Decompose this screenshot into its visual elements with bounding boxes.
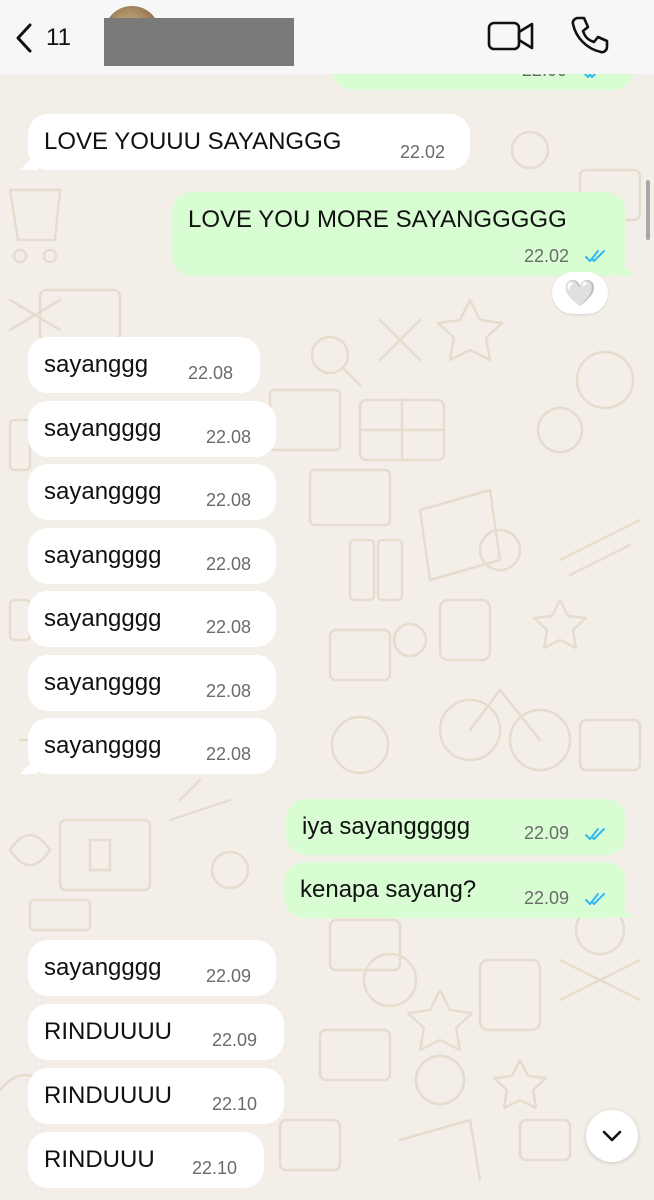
message-text: LOVE YOUUU SAYANGGG: [44, 128, 342, 155]
message-text: LOVE YOU MORE SAYANGGGGG: [188, 206, 567, 233]
message-time: 22.08: [206, 554, 252, 574]
message-time: 22.08: [206, 490, 252, 510]
message-bubble-incoming[interactable]: LOVE YOUUU SAYANGGG 22.02: [20, 114, 470, 170]
message-time: 22.08: [206, 681, 252, 701]
message-time: 22.08: [206, 744, 252, 764]
message-text: iya sayanggggg: [302, 813, 471, 840]
redacted-contact-name[interactable]: [104, 18, 294, 66]
unread-count: 11: [46, 24, 71, 51]
message-text: sayanggg: [44, 351, 149, 378]
scroll-to-bottom-button[interactable]: [586, 1110, 638, 1162]
heart-icon: 🤍: [563, 277, 597, 308]
message-text: sayangggg: [44, 542, 162, 569]
message-time: 22.08: [206, 617, 252, 637]
message-time: 22.02: [524, 246, 570, 266]
message-text: sayangggg: [44, 732, 162, 759]
message-time: 22.08: [188, 363, 234, 383]
bubble-tail: [20, 152, 38, 170]
message-bubble-incoming[interactable]: sayangggg 22.08: [28, 591, 276, 647]
bubble-tail: [616, 258, 634, 276]
message-bubble-incoming[interactable]: sayangggg 22.08: [28, 464, 276, 520]
double-check-icon: [585, 828, 605, 840]
message-bubble-incoming[interactable]: sayangggg 22.08: [28, 401, 276, 457]
message-time: 22.09: [206, 966, 252, 986]
reaction-badge[interactable]: 🤍: [552, 272, 608, 314]
message-bubble-outgoing[interactable]: iya sayanggggg 22.09: [286, 799, 626, 855]
double-check-icon: [585, 250, 605, 262]
chevron-left-icon: [16, 23, 32, 53]
message-text: sayangggg: [44, 954, 162, 981]
message-bubble-incoming[interactable]: sayanggg 22.08: [28, 337, 260, 393]
message-time: 22.09: [524, 823, 570, 843]
message-text: sayangggg: [44, 415, 162, 442]
message-bubble-incoming[interactable]: RINDUUUU 22.09: [28, 1004, 284, 1060]
phone-icon[interactable]: [568, 14, 610, 56]
message-time: 22.02: [400, 142, 446, 162]
message-bubble-outgoing[interactable]: LOVE YOU MORE SAYANGGGGG 22.02: [172, 192, 634, 276]
scrollbar[interactable]: [646, 180, 650, 240]
message-text: sayangggg: [44, 605, 162, 632]
message-bubble-incoming[interactable]: sayangggg 22.08: [28, 655, 276, 711]
message-bubble-incoming[interactable]: sayangggg 22.08: [20, 718, 276, 774]
message-bubble-incoming[interactable]: RINDUUU 22.10: [28, 1132, 264, 1188]
chat-header: 11: [0, 0, 654, 74]
message-time: 22.10: [192, 1158, 238, 1178]
message-bubble-incoming[interactable]: sayangggg 22.09: [28, 940, 276, 996]
bubble-tail: [20, 756, 38, 774]
message-text: RINDUUUU: [44, 1082, 172, 1109]
message-bubble-incoming[interactable]: sayangggg 22.08: [28, 528, 276, 584]
message-text: RINDUUU: [44, 1146, 155, 1173]
message-time: 22.09: [212, 1030, 258, 1050]
message-time: 22.10: [212, 1094, 258, 1114]
back-button[interactable]: 11: [12, 18, 82, 58]
message-text: sayangggg: [44, 478, 162, 505]
message-bubble-incoming[interactable]: RINDUUUU 22.10: [28, 1068, 284, 1124]
message-text: kenapa sayang?: [300, 876, 477, 903]
message-bubble-outgoing[interactable]: kenapa sayang? 22.09: [284, 862, 634, 918]
message-time: 22.09: [524, 888, 570, 908]
message-text: sayangggg: [44, 669, 162, 696]
message-text: RINDUUUU: [44, 1018, 172, 1045]
message-time: 22.08: [206, 427, 252, 447]
bubble-tail: [616, 900, 634, 918]
message-list[interactable]: 22.00 LOVE YOUUU SAYANGGG 22.02 LOVE YOU…: [0, 0, 654, 1200]
chevron-down-icon: [602, 1130, 622, 1142]
double-check-icon: [585, 893, 605, 905]
video-camera-icon[interactable]: [486, 16, 536, 56]
